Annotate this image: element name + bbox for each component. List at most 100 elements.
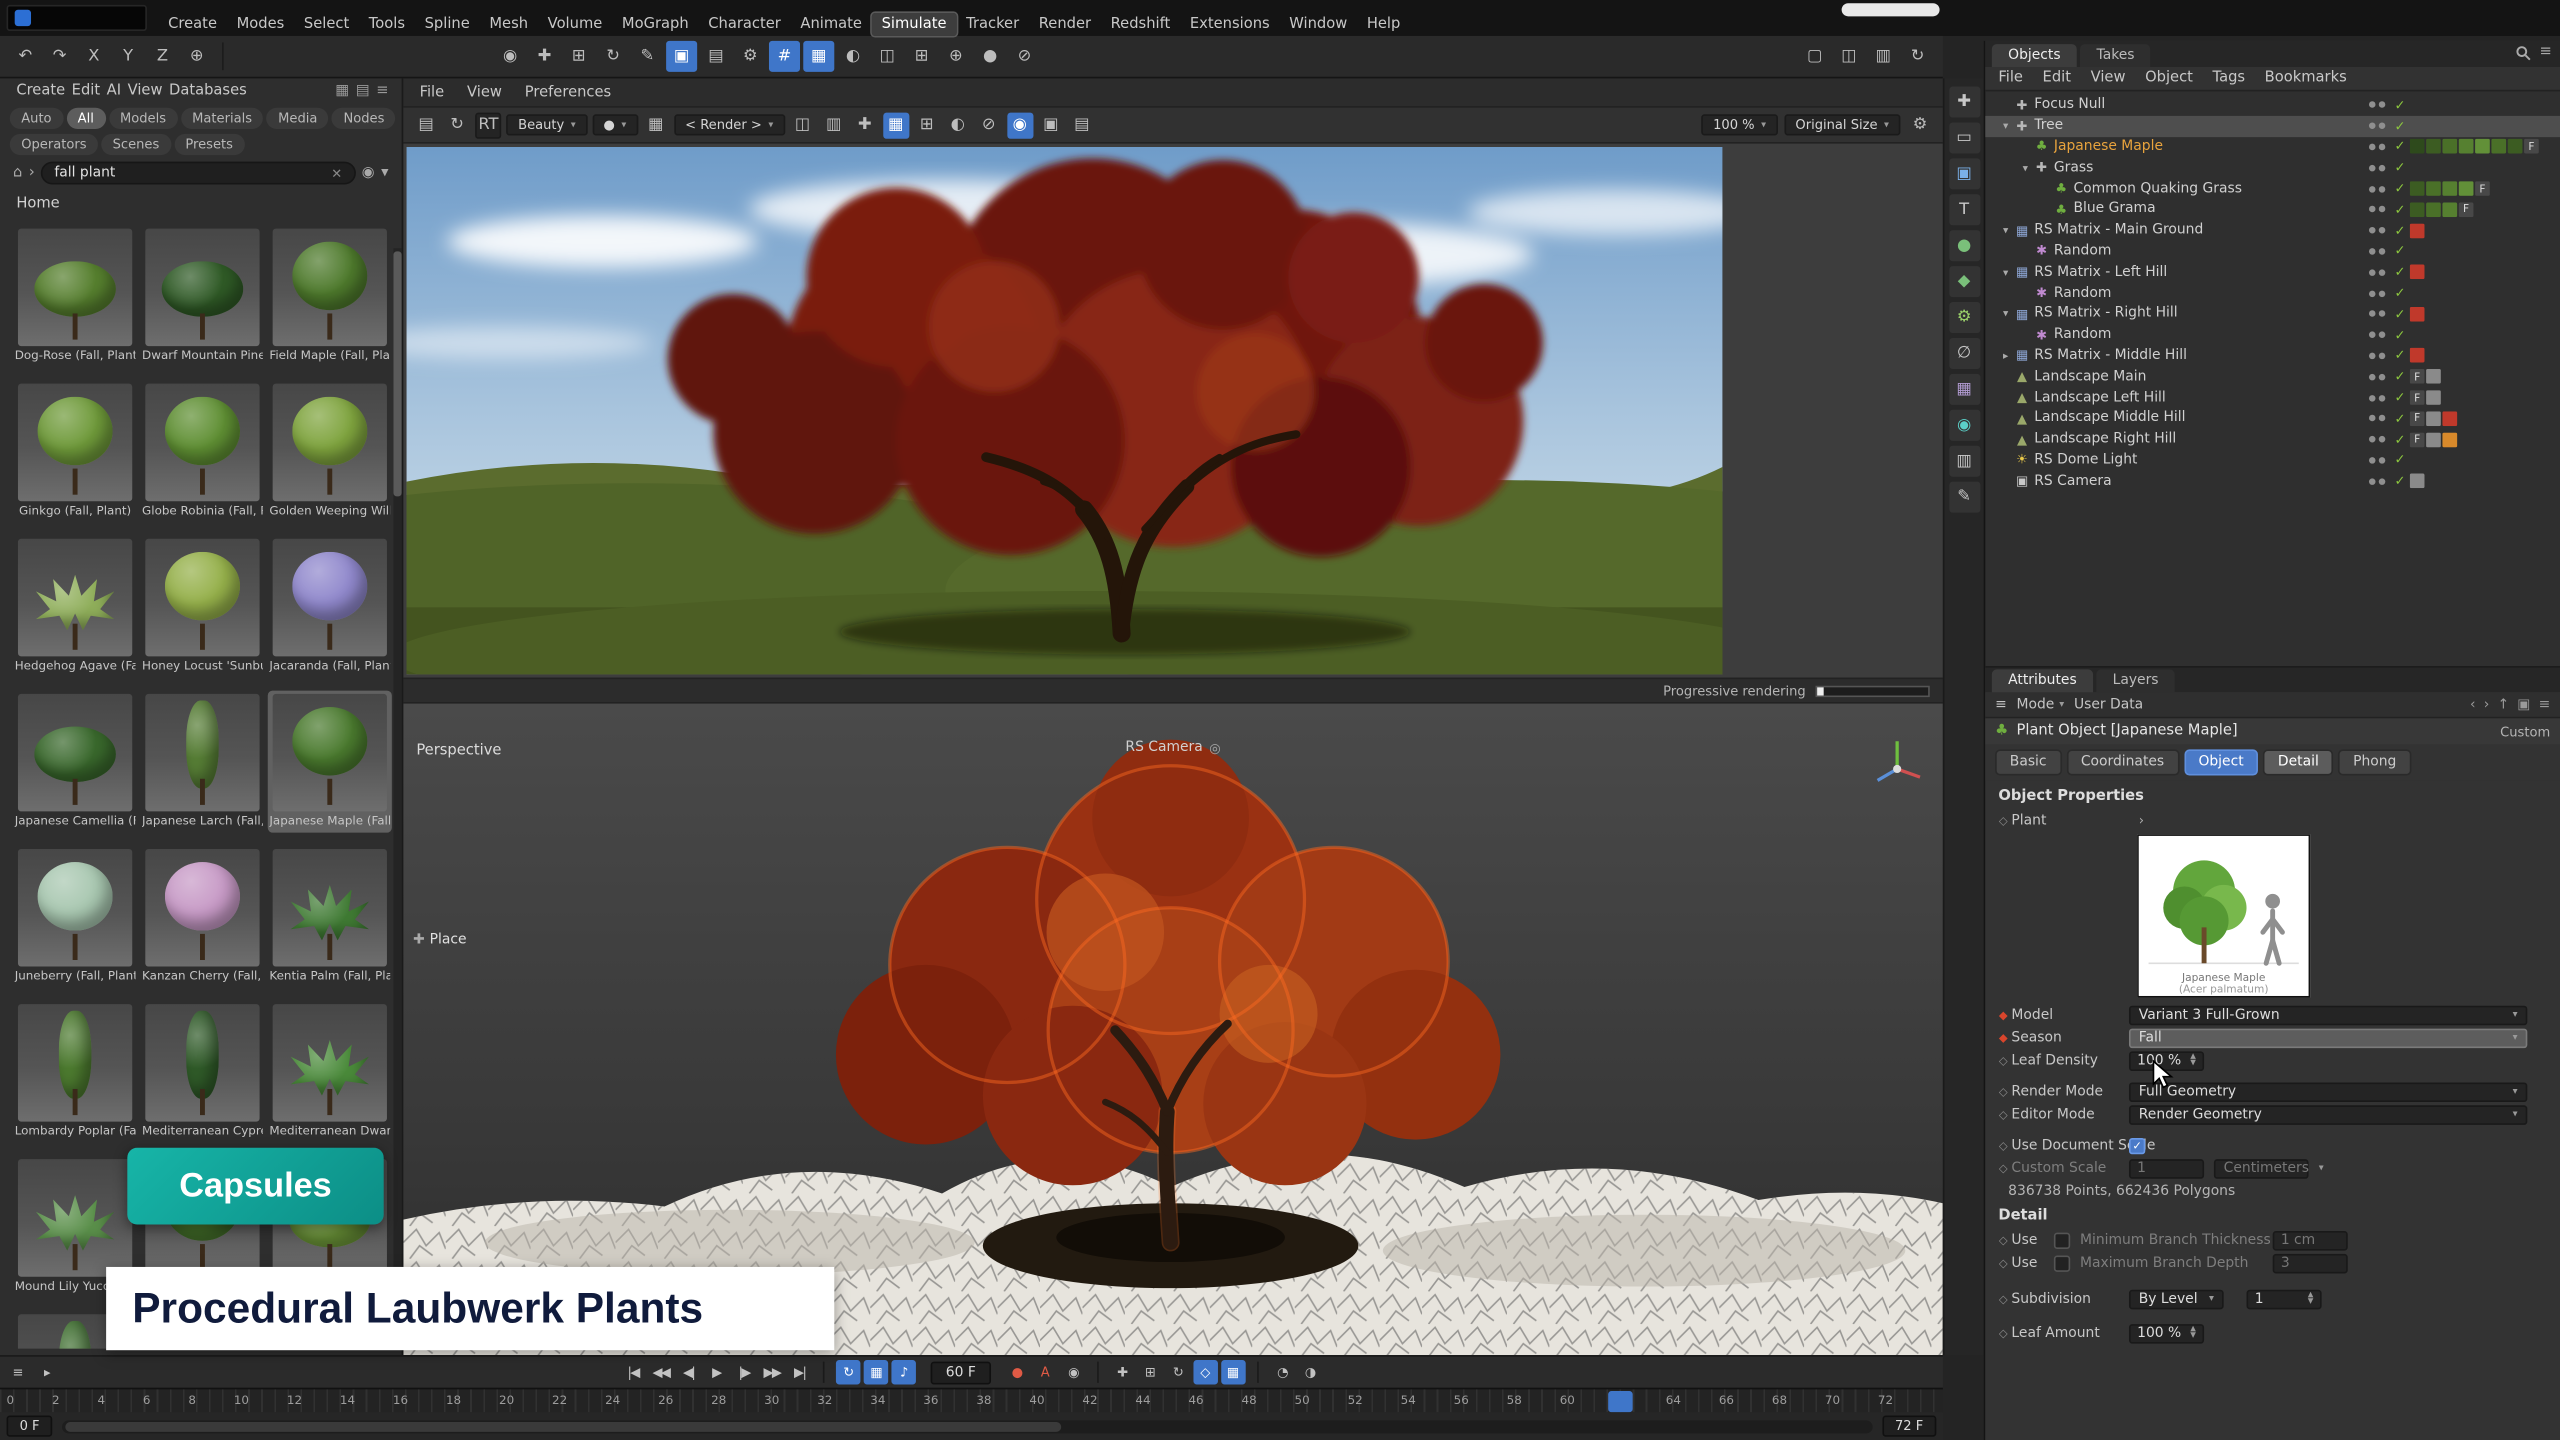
- view-cube-tool[interactable]: ▣: [1949, 158, 1980, 189]
- grid-toggle-icon[interactable]: ▦: [643, 112, 669, 138]
- region-render-icon[interactable]: ⊞: [914, 112, 940, 138]
- menu-item[interactable]: Volume: [538, 12, 612, 35]
- render-refresh-icon[interactable]: ↻: [444, 112, 470, 138]
- max-branch-use-checkbox[interactable]: [2054, 1255, 2070, 1271]
- visibility-dots[interactable]: [2369, 269, 2390, 276]
- asset-item[interactable]: Globe Robinia (Fall, Pl...: [140, 380, 264, 522]
- plant-preview-thumbnail[interactable]: Japanese Maple (Acer palmatum): [2137, 834, 2310, 997]
- filter-options-icon[interactable]: ◉: [362, 165, 375, 181]
- asset-menu-item[interactable]: Databases: [166, 82, 250, 102]
- menu-item[interactable]: Character: [698, 12, 790, 35]
- object-manager-menu-item[interactable]: File: [1995, 69, 2026, 89]
- asset-menu-item[interactable]: Create: [13, 82, 68, 102]
- enabled-check-icon[interactable]: ✓: [2390, 244, 2410, 259]
- last-tool-button[interactable]: ✎: [632, 41, 663, 72]
- axis-gizmo[interactable]: [1864, 730, 1929, 795]
- object-tree-item[interactable]: ▸ ▦ RS Matrix - Middle Hill ✓: [1985, 345, 2560, 366]
- size-dropdown[interactable]: Original Size▾: [1784, 114, 1900, 135]
- render-pass-dropdown[interactable]: Beauty▾: [507, 114, 587, 135]
- render-picture-viewer-button[interactable]: ▤: [700, 41, 731, 72]
- sound-toggle[interactable]: ♪: [892, 1360, 916, 1384]
- enabled-check-icon[interactable]: ✓: [2390, 411, 2410, 426]
- go-to-next-key-button[interactable]: ▶▶: [760, 1360, 784, 1384]
- asset-scrollbar[interactable]: [393, 248, 401, 1342]
- anim-dot-icon[interactable]: ◇: [1995, 814, 2011, 827]
- plant-expand-chevron[interactable]: ›: [2139, 813, 2144, 828]
- grid-snap-toggle[interactable]: #: [769, 41, 800, 72]
- timeline-playhead[interactable]: [1608, 1391, 1632, 1412]
- timeline-scrollbar[interactable]: [62, 1420, 1872, 1433]
- render-history-icon[interactable]: ▤: [413, 112, 439, 138]
- asset-menu-item[interactable]: View: [124, 82, 165, 102]
- asset-filter-tab[interactable]: Nodes: [332, 108, 396, 129]
- matrix-tool[interactable]: ▦: [1949, 374, 1980, 405]
- enabled-check-icon[interactable]: ✓: [2390, 181, 2410, 196]
- pen-tool[interactable]: ✎: [1949, 482, 1980, 513]
- visibility-dots[interactable]: [2369, 353, 2390, 360]
- user-data-button[interactable]: User Data: [2074, 696, 2143, 712]
- sphere-primitive-tool[interactable]: ●: [1949, 230, 1980, 261]
- visibility-dots[interactable]: [2369, 394, 2390, 401]
- go-to-start-button[interactable]: |◀: [621, 1360, 645, 1384]
- burger-menu-icon[interactable]: ≡: [1995, 696, 2007, 712]
- asset-menu-item[interactable]: AI: [103, 82, 124, 102]
- menu-item[interactable]: Animate: [791, 12, 872, 35]
- zoom-dropdown[interactable]: 100 %▾: [1702, 114, 1778, 135]
- visibility-dots[interactable]: [2369, 415, 2390, 422]
- record-keyframe-button[interactable]: ●: [1005, 1360, 1029, 1384]
- nav-forward-icon[interactable]: ›: [2484, 696, 2490, 712]
- render-view-menu-item[interactable]: File: [416, 82, 447, 102]
- object-tag-icon[interactable]: F: [2410, 369, 2425, 384]
- menu-item[interactable]: Mesh: [480, 12, 538, 35]
- viewport-camera-label[interactable]: RS Camera ◎: [1125, 740, 1220, 756]
- record-parameter-toggle[interactable]: ◇: [1193, 1360, 1217, 1384]
- perspective-viewport[interactable]: Perspective RS Camera ◎ ✚ Place: [403, 704, 1943, 1355]
- object-tag-icon[interactable]: [2442, 411, 2457, 426]
- range-start-field[interactable]: 0 F: [7, 1416, 53, 1437]
- camera-tool[interactable]: ▥: [1949, 446, 1980, 477]
- asset-filter-tab[interactable]: Media: [267, 108, 329, 129]
- text-tool[interactable]: T: [1949, 194, 1980, 225]
- anim-dot-icon[interactable]: ◇: [1995, 1139, 2011, 1152]
- object-tree-item[interactable]: ▾ ✚ Tree ✓: [1985, 116, 2560, 137]
- undo-icon[interactable]: ↶: [10, 41, 41, 72]
- lock-panel-icon[interactable]: ▣: [2517, 696, 2530, 712]
- go-to-end-button[interactable]: ▶|: [787, 1360, 811, 1384]
- visibility-dots[interactable]: [2369, 373, 2390, 380]
- layout-panel-button[interactable]: ▥: [1868, 41, 1899, 72]
- asset-filter-tab[interactable]: Materials: [181, 108, 264, 129]
- attribute-section-tab[interactable]: Basic: [1995, 749, 2061, 775]
- visibility-dots[interactable]: [2369, 332, 2390, 339]
- render-view-button[interactable]: ▣: [666, 41, 697, 72]
- material-manager-button[interactable]: ●: [975, 41, 1006, 72]
- object-tag-icon[interactable]: [2426, 390, 2441, 405]
- timeline-options-button[interactable]: ◑: [1297, 1360, 1321, 1384]
- object-tag-icon[interactable]: [2442, 432, 2457, 447]
- custom-scale-unit-dropdown[interactable]: Centimeters▾: [2214, 1158, 2309, 1178]
- search-icon[interactable]: [2517, 45, 2532, 60]
- object-tree-item[interactable]: ♣ Blue Grama ✓ F: [1985, 199, 2560, 220]
- object-manager-menu-item[interactable]: Edit: [2039, 69, 2074, 89]
- menu-item[interactable]: Redshift: [1101, 12, 1180, 35]
- anim-dot-icon[interactable]: ◇: [1995, 1085, 2011, 1098]
- timeline-expand-icon[interactable]: ▸: [34, 1360, 58, 1384]
- object-manager-tab[interactable]: Takes: [2080, 44, 2151, 67]
- enabled-check-icon[interactable]: ✓: [2390, 223, 2410, 238]
- asset-item[interactable]: Dog-Rose (Fall, Plant): [13, 225, 137, 367]
- object-manager-menu-item[interactable]: View: [2087, 69, 2128, 89]
- record-pla-toggle[interactable]: ▦: [1221, 1360, 1245, 1384]
- clear-search-icon[interactable]: ✕: [331, 166, 342, 181]
- object-tag-icon[interactable]: [2410, 307, 2425, 322]
- layout-single-view-button[interactable]: ▢: [1799, 41, 1830, 72]
- asset-filter-tab[interactable]: Auto: [10, 108, 63, 129]
- render-mode-dropdown[interactable]: Full Geometry▾: [2129, 1082, 2527, 1102]
- enabled-check-icon[interactable]: ✓: [2390, 328, 2410, 343]
- object-tag-icon[interactable]: [2475, 140, 2490, 155]
- enabled-check-icon[interactable]: ✓: [2390, 474, 2410, 489]
- object-tree-item[interactable]: ✱ Random ✓: [1985, 241, 2560, 262]
- menu-item[interactable]: MoGraph: [612, 12, 698, 35]
- snapshot-icon[interactable]: ✚: [852, 112, 878, 138]
- subdivision-mode-dropdown[interactable]: By Level▾: [2129, 1289, 2224, 1309]
- object-tree-item[interactable]: ▾ ▦ RS Matrix - Right Hill ✓: [1985, 304, 2560, 325]
- object-manager-menu-item[interactable]: Object: [2142, 69, 2196, 89]
